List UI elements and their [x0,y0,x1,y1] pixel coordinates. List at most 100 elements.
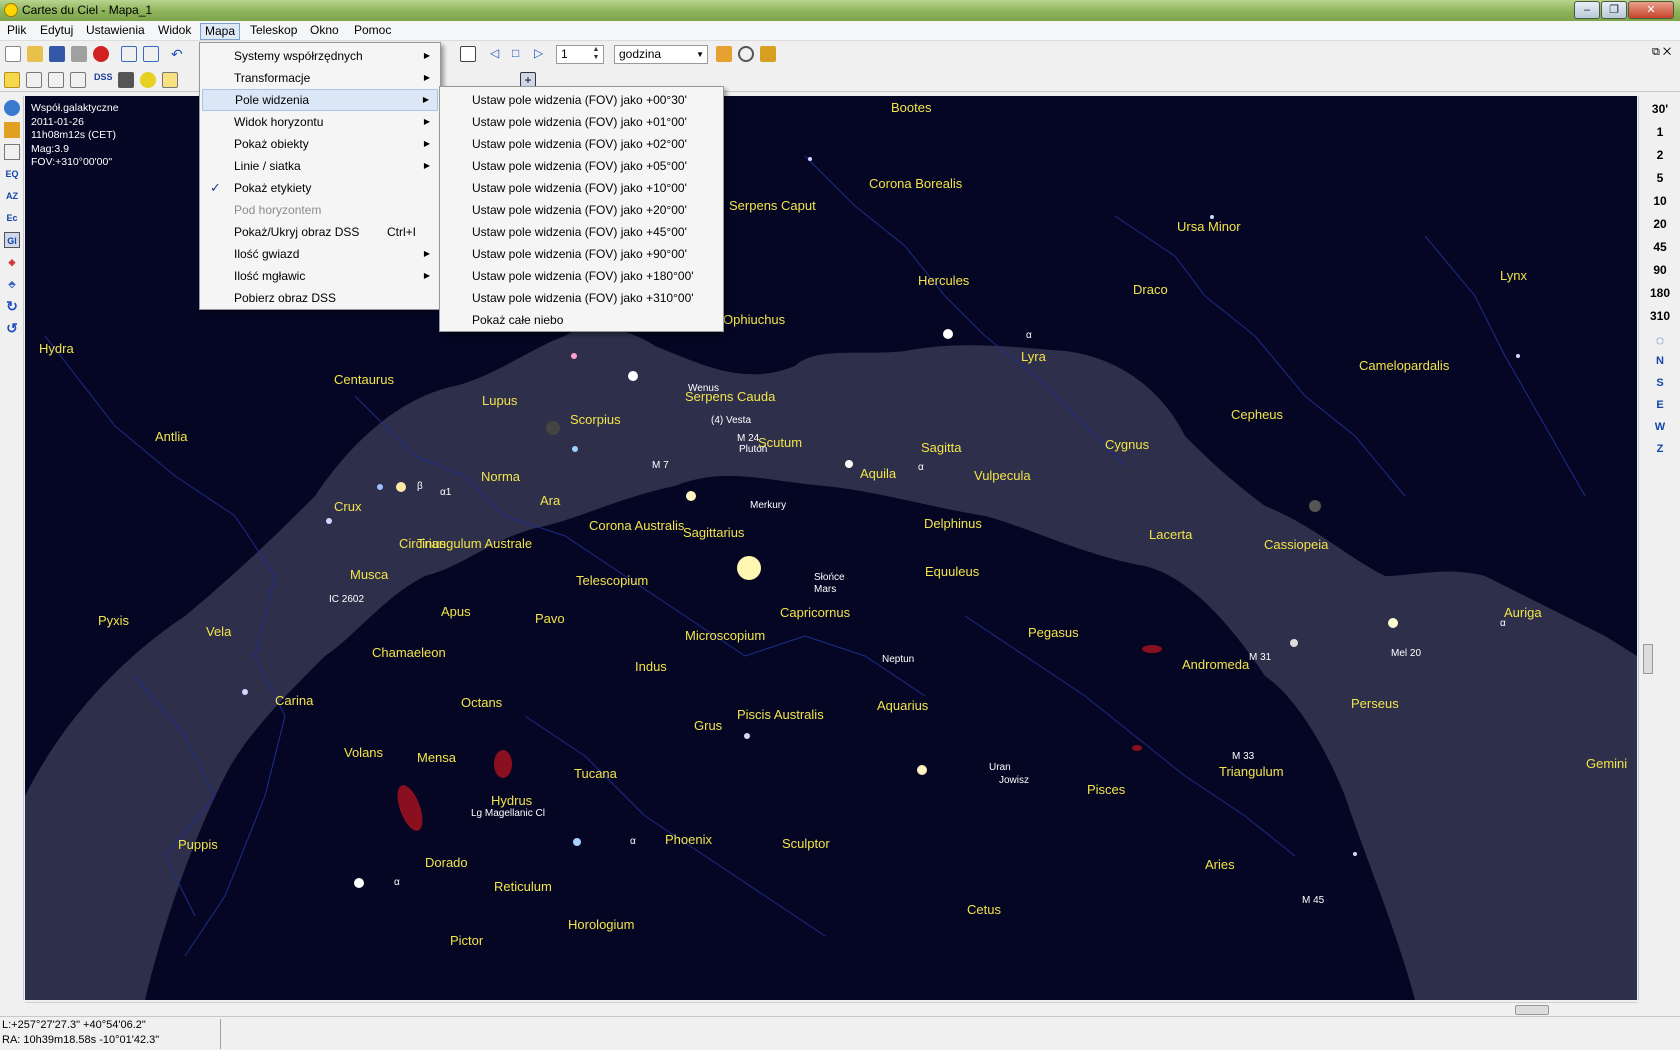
fov-button-30m[interactable]: 30' [1639,102,1680,116]
object-label: α [630,836,636,847]
fov-menu-item[interactable]: Ustaw pole widzenia (FOV) jako +10°00' [442,177,721,199]
fov-menu-item[interactable]: Ustaw pole widzenia (FOV) jako +45°00' [442,221,721,243]
stop-icon[interactable]: □ [512,46,528,62]
save-icon[interactable] [49,46,65,62]
scroll-thumb[interactable] [1515,1005,1549,1015]
fov-menu-item[interactable]: Pokaż całe niebo [442,309,721,331]
constellation-label: Microscopium [685,628,766,643]
copy-window-icon[interactable] [121,46,137,62]
east-button[interactable]: E [1639,399,1680,411]
west-button[interactable]: W [1639,421,1680,433]
fov-button-5[interactable]: 5 [1639,171,1680,185]
mapa-menu-item[interactable]: Pokaż etykiety ✓ [202,177,438,199]
step-back-icon[interactable]: ◁ [490,46,506,62]
zenith-button[interactable]: Z [1639,443,1680,455]
toolbar-float-icon[interactable]: ⧉ ✕ [1652,46,1671,59]
object-label: Słońce [814,572,845,583]
fov-menu-item[interactable]: Ustaw pole widzenia (FOV) jako +01°00' [442,111,721,133]
mapa-menu-item[interactable]: Pokaż/Ukryj obraz DSS Ctrl+I [202,221,438,243]
menu-edytuj[interactable]: Edytuj [36,23,77,40]
north-button[interactable]: N [1639,355,1680,367]
fov-menu-item[interactable]: Ustaw pole widzenia (FOV) jako +00°30' [442,89,721,111]
fov-button-1[interactable]: 1 [1639,125,1680,139]
fov-button-90[interactable]: 90 [1639,263,1680,277]
camera-icon[interactable] [118,72,134,88]
az-button[interactable]: AZ [4,188,20,204]
minimize-button[interactable]: – [1574,1,1600,19]
menu-mapa[interactable]: Mapa [200,23,241,40]
target-icon[interactable] [738,46,754,62]
tile-window-icon[interactable] [143,46,159,62]
mapa-menu-item-label: Widok horyzontu [234,115,324,129]
constellation-label: Cygnus [1105,437,1150,452]
close-button[interactable]: ✕ [1628,1,1674,19]
fov-button-310[interactable]: 310 [1639,309,1680,323]
fov-menu-item[interactable]: Ustaw pole widzenia (FOV) jako +180°00' [442,265,721,287]
fov-menu-item[interactable]: Ustaw pole widzenia (FOV) jako +05°00' [442,155,721,177]
horizontal-scrollbar[interactable] [25,1002,1637,1016]
sync-icon[interactable] [760,46,776,62]
maximize-button[interactable]: ❐ [1601,1,1627,19]
fov-button-45[interactable]: 45 [1639,240,1680,254]
fov-button-10[interactable]: 10 [1639,194,1680,208]
mapa-menu-item[interactable]: Systemy współrzędnych ▶ [202,45,438,67]
eq-button[interactable]: EQ [4,166,20,182]
menu-ustawienia[interactable]: Ustawienia [82,23,149,40]
fov-button-20[interactable]: 20 [1639,217,1680,231]
bulb-icon[interactable] [140,72,156,88]
mapa-menu-item[interactable]: Widok horyzontu ▶ [202,111,438,133]
mapa-menu-item[interactable]: Pole widzenia ▶ [202,89,438,111]
checkmark-icon: ✓ [210,180,221,195]
star [573,838,581,846]
undo-icon[interactable]: ↶ [171,46,187,62]
fov-menu-item[interactable]: Ustaw pole widzenia (FOV) jako +90°00' [442,243,721,265]
rotate-right-icon[interactable]: ↻ [4,298,20,314]
flip-horizontal-icon[interactable]: ◈ [4,254,20,270]
menu-teleskop[interactable]: Teleskop [246,23,301,40]
mapa-menu-item[interactable]: Linie / siatka ▶ [202,155,438,177]
fov-menu-item[interactable]: Ustaw pole widzenia (FOV) jako +20°00' [442,199,721,221]
constellation-label: Sagitta [921,440,962,455]
open-folder-icon[interactable] [27,46,43,62]
constellation-label: Mensa [417,750,457,765]
print-icon[interactable] [71,46,87,62]
gl-button[interactable]: Gl [4,232,20,248]
mapa-menu-item[interactable]: Ilość mgławic ▶ [202,265,438,287]
calendar-icon[interactable] [460,46,476,62]
mapa-menu-item[interactable]: Pokaż obiekty ▶ [202,133,438,155]
flip-vertical-icon[interactable]: ⬘ [4,276,20,292]
fov-button-2[interactable]: 2 [1639,148,1680,162]
star-icon[interactable] [4,72,20,88]
mapa-menu-item[interactable]: Transformacje ▶ [202,67,438,89]
menu-plik[interactable]: Plik [3,23,30,40]
fov-menu-item[interactable]: Ustaw pole widzenia (FOV) jako +310°00' [442,287,721,309]
time-unit-select[interactable]: godzina ▼ [614,45,708,64]
all-sky-icon[interactable]: ◌ [1639,332,1680,348]
fov-button-180[interactable]: 180 [1639,286,1680,300]
constellation-label: Crux [334,499,362,514]
mapa-menu-item[interactable]: Ilość gwiazd ▶ [202,243,438,265]
mapa-menu-item[interactable]: Pobierz obraz DSS [202,287,438,309]
south-button[interactable]: S [1639,377,1680,389]
info-icon[interactable] [70,72,86,88]
fov-menu-item[interactable]: Ustaw pole widzenia (FOV) jako +02°00' [442,133,721,155]
calc-icon[interactable] [4,144,20,160]
step-forward-icon[interactable]: ▷ [534,46,550,62]
new-file-icon[interactable] [5,46,21,62]
config-icon[interactable] [93,46,109,62]
edit-icon[interactable] [48,72,64,88]
pointer-icon[interactable] [26,72,42,88]
dss-icon[interactable]: DSS [94,72,113,88]
spin-arrows-icon[interactable]: ▲ ▼ [590,46,602,63]
telescope-icon[interactable] [716,46,732,62]
menu-okno[interactable]: Okno [306,23,343,40]
vertical-scrollbar[interactable] [1643,644,1653,674]
menu-pomoc[interactable]: Pomoc [350,23,395,40]
rotate-left-icon[interactable]: ↺ [4,320,20,336]
star [242,689,248,695]
globe-icon[interactable] [4,100,20,116]
ec-button[interactable]: Ec [4,210,20,226]
menu-widok[interactable]: Widok [154,23,195,40]
planet-icon[interactable] [4,122,20,138]
label-icon[interactable] [162,72,178,88]
